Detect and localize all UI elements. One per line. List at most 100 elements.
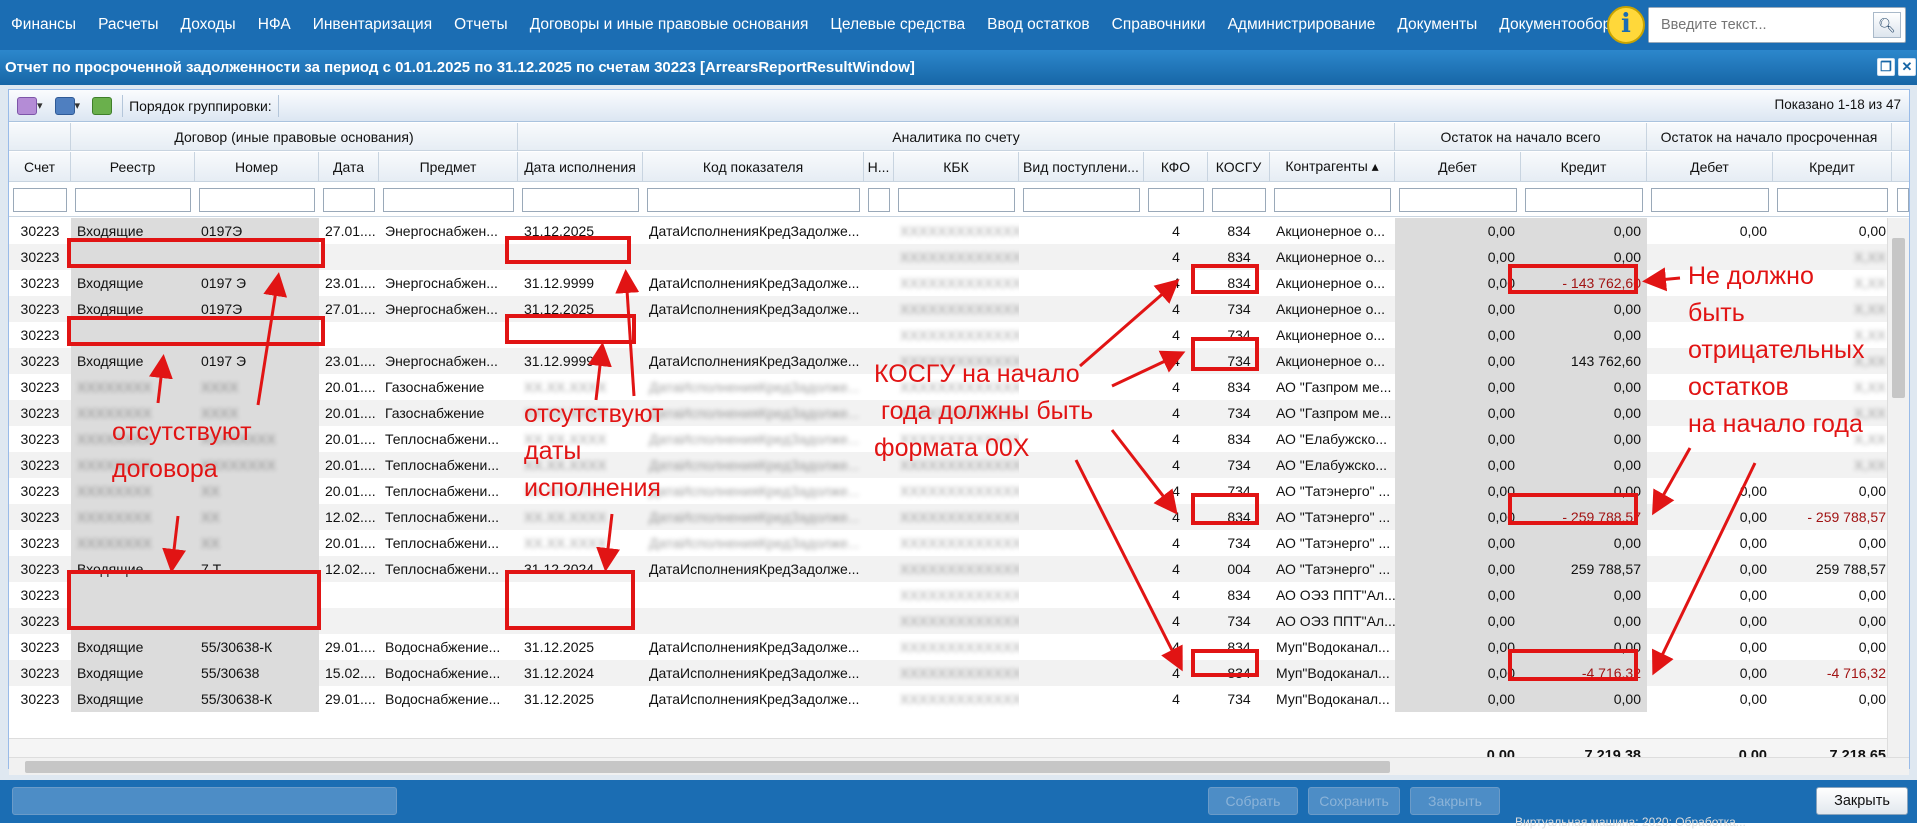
annotation-box bbox=[1508, 493, 1638, 525]
menu-item-11[interactable]: Документы bbox=[1386, 16, 1488, 34]
info-icon[interactable]: i bbox=[1607, 6, 1645, 44]
column-header-kfo[interactable]: КФО bbox=[1144, 152, 1208, 181]
column-header-kbk[interactable]: КБК bbox=[894, 152, 1019, 181]
cell-n bbox=[864, 608, 894, 634]
cell-subject: Теплоснабжени... bbox=[385, 431, 499, 447]
menu-item-2[interactable]: Доходы bbox=[170, 16, 247, 34]
filter-registry[interactable] bbox=[75, 188, 191, 212]
cell-counterparty: Акционерное о... bbox=[1276, 353, 1386, 369]
cell-indicator-code: ДатаИсполненияКредЗадолже... bbox=[649, 561, 860, 577]
cell-kbk: XXXXXXXXXXXXXX bbox=[900, 691, 1019, 707]
collect-button[interactable]: Собрать bbox=[1208, 787, 1298, 815]
filter-account[interactable] bbox=[13, 188, 67, 212]
menu-item-1[interactable]: Расчеты bbox=[87, 16, 169, 34]
column-header-number[interactable]: Номер bbox=[195, 152, 319, 181]
column-header-counterparty[interactable]: Контрагенты ▴ bbox=[1270, 152, 1395, 181]
column-header-registry[interactable]: Реестр bbox=[71, 152, 195, 181]
cell-number: XX bbox=[195, 504, 319, 530]
filter-indicator-code[interactable] bbox=[647, 188, 860, 212]
menu-item-6[interactable]: Договоры и иные правовые основания bbox=[519, 16, 820, 34]
filter-credit-overdue[interactable] bbox=[1777, 188, 1888, 212]
menu-item-8[interactable]: Ввод остатков bbox=[976, 16, 1101, 34]
cell-n bbox=[864, 270, 894, 296]
menu-item-5[interactable]: Отчеты bbox=[443, 16, 519, 34]
cell-subject: Теплоснабжени... bbox=[385, 483, 499, 499]
search-icon[interactable]: 🔍︎ bbox=[1873, 12, 1901, 38]
refresh-button[interactable] bbox=[88, 94, 116, 118]
cell-date: 20.01.... bbox=[325, 431, 376, 447]
column-header-date[interactable]: Дата bbox=[319, 152, 379, 181]
settings-menu-button[interactable]: ▾ bbox=[13, 94, 47, 118]
filter-receipt-type[interactable] bbox=[1023, 188, 1140, 212]
column-header-debit-total[interactable]: Дебет bbox=[1395, 152, 1521, 181]
filter-kbk[interactable] bbox=[898, 188, 1015, 212]
toolbar-separator bbox=[122, 94, 124, 117]
column-header-debit-overdue[interactable]: Дебет bbox=[1647, 152, 1773, 181]
cell-debit-total: 0,00 bbox=[1395, 244, 1521, 270]
filter-debit-overdue[interactable] bbox=[1651, 188, 1769, 212]
cell-account: 30223 bbox=[20, 535, 60, 551]
table-row[interactable]: 30223 Входящие 55/30638-К 29.01.... Водоснаб… bbox=[9, 686, 1887, 712]
cell-number: 0197 Э bbox=[195, 348, 319, 374]
filter-number[interactable] bbox=[199, 188, 315, 212]
cell-debit-total: 0,00 bbox=[1395, 218, 1521, 244]
horizontal-scrollbar[interactable] bbox=[9, 757, 1909, 775]
save-button[interactable]: Сохранить bbox=[1308, 787, 1400, 815]
cell-subject bbox=[379, 608, 518, 634]
cell-credit-overdue: 0,00 bbox=[1858, 691, 1886, 707]
header-group-balance-total: Остаток на начало всего bbox=[1395, 123, 1647, 150]
horizontal-scroll-thumb[interactable] bbox=[25, 761, 1390, 773]
close-disabled-button[interactable]: Закрыть bbox=[1410, 787, 1500, 815]
cell-date: 15.02.... bbox=[325, 665, 376, 681]
filter-kfo[interactable] bbox=[1148, 188, 1204, 212]
close-button[interactable]: Закрыть bbox=[1816, 787, 1908, 815]
menu-item-0[interactable]: Финансы bbox=[0, 16, 87, 34]
column-header-credit-total[interactable]: Кредит bbox=[1521, 152, 1647, 181]
menu-item-7[interactable]: Целевые средства bbox=[819, 16, 976, 34]
filter-debit-total[interactable] bbox=[1399, 188, 1517, 212]
menu-item-4[interactable]: Инвентаризация bbox=[302, 16, 443, 34]
column-header-credit-overdue[interactable]: Кредит bbox=[1773, 152, 1892, 181]
cell-debit-total: 0,00 bbox=[1395, 530, 1521, 556]
menu-item-9[interactable]: Справочники bbox=[1101, 16, 1217, 34]
cell-kbk: XXXXXXXXXXXXXX bbox=[900, 613, 1019, 629]
cell-receipt-type bbox=[1019, 686, 1144, 712]
filter-extra[interactable] bbox=[1897, 188, 1909, 212]
annotation-line: остатков bbox=[1688, 373, 1789, 401]
table-row[interactable]: 30223 XXXXXXXX XX 20.01.... Теплоснабжени...… bbox=[9, 530, 1887, 556]
vertical-scroll-thumb[interactable] bbox=[1892, 238, 1905, 398]
filter-date[interactable] bbox=[323, 188, 375, 212]
cell-indicator-code bbox=[643, 244, 864, 270]
filter-counterparty[interactable] bbox=[1274, 188, 1391, 212]
cell-kfo: 4 bbox=[1172, 431, 1180, 447]
cell-indicator-code bbox=[643, 322, 864, 348]
cell-subject: Водоснабжение... bbox=[385, 665, 501, 681]
cell-date: 20.01.... bbox=[325, 457, 376, 473]
annotation-box bbox=[67, 316, 325, 346]
restore-window-icon[interactable]: ❐ bbox=[1877, 58, 1895, 76]
filter-credit-total[interactable] bbox=[1525, 188, 1643, 212]
column-header-subject[interactable]: Предмет bbox=[379, 152, 518, 181]
annotation-line: Не должно bbox=[1688, 262, 1814, 290]
cell-credit-total: 0,00 bbox=[1521, 218, 1647, 244]
column-header-indicator-code[interactable]: Код показателя bbox=[643, 152, 864, 181]
vertical-scrollbar[interactable] bbox=[1887, 218, 1909, 758]
menu-item-10[interactable]: Администрирование bbox=[1217, 16, 1387, 34]
cell-debit-total: 0,00 bbox=[1395, 504, 1521, 530]
column-header-exec-date[interactable]: Дата исполнения bbox=[518, 152, 643, 181]
print-menu-button[interactable]: ▾ bbox=[51, 94, 85, 118]
column-header-n[interactable]: Н... bbox=[864, 152, 894, 181]
filter-subject[interactable] bbox=[383, 188, 514, 212]
filter-exec-date[interactable] bbox=[522, 188, 639, 212]
close-window-icon[interactable]: ✕ bbox=[1898, 58, 1916, 76]
column-header-account[interactable]: Счет bbox=[9, 152, 71, 181]
column-header-kosgu[interactable]: КОСГУ bbox=[1208, 152, 1270, 181]
cell-subject: Теплоснабжени... bbox=[385, 561, 499, 577]
cell-receipt-type bbox=[1019, 556, 1144, 582]
search-input[interactable] bbox=[1649, 8, 1859, 42]
cell-account: 30223 bbox=[20, 665, 60, 681]
filter-n[interactable] bbox=[868, 188, 890, 212]
column-header-receipt-type[interactable]: Вид поступлени... bbox=[1019, 152, 1144, 181]
menu-item-3[interactable]: НФА bbox=[247, 16, 302, 34]
filter-kosgu[interactable] bbox=[1212, 188, 1266, 212]
